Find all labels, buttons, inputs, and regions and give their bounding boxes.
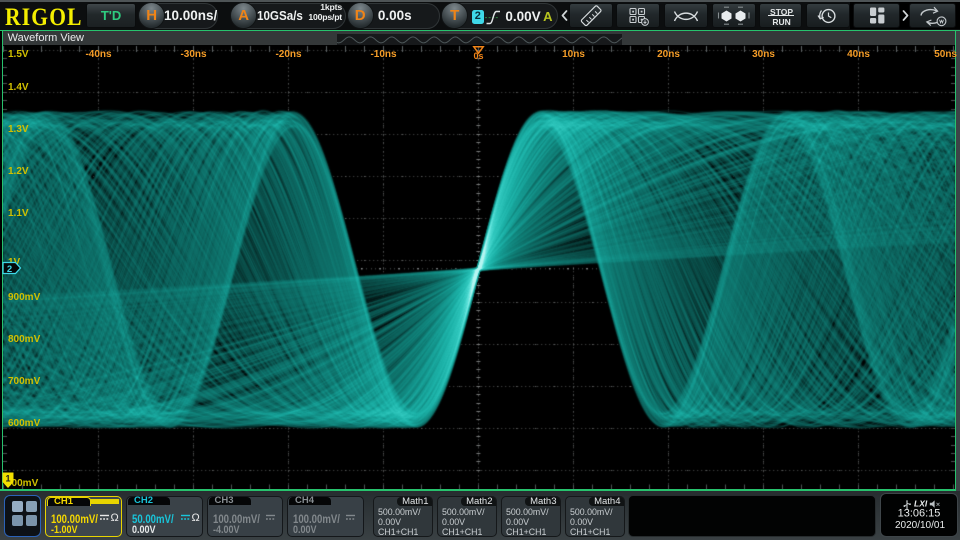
svg-text:1: 1 [5, 474, 10, 484]
svg-text:0s: 0s [473, 51, 483, 61]
svg-text:2020/10/01: 2020/10/01 [895, 520, 945, 531]
svg-text:2: 2 [7, 264, 12, 275]
svg-text:13:06:15: 13:06:15 [898, 508, 941, 520]
